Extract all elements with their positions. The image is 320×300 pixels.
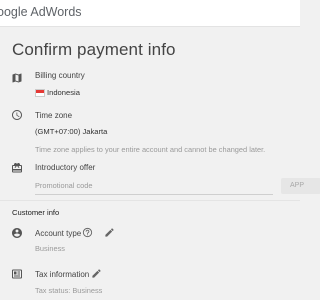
billing-country-value: Indonesia xyxy=(47,88,80,97)
time-zone-select[interactable]: (GMT+07:00) Jakarta xyxy=(35,127,107,136)
tax-information-label: Tax information xyxy=(35,270,90,279)
map-icon xyxy=(12,73,22,83)
account-type-label: Account type xyxy=(35,229,82,238)
indonesia-flag-icon xyxy=(35,89,45,97)
tax-edit-pencil-icon[interactable] xyxy=(91,268,102,279)
customer-info-heading: Customer info xyxy=(12,208,60,217)
promo-code-input[interactable]: Promotional code xyxy=(35,181,93,190)
edit-pencil-icon[interactable] xyxy=(104,227,115,238)
clock-icon xyxy=(12,110,22,120)
person-icon xyxy=(12,228,22,238)
section-divider xyxy=(0,200,300,201)
page-title: Confirm payment info xyxy=(12,40,176,59)
id-card-icon xyxy=(12,269,22,279)
top-bar: oogle AdWords xyxy=(0,0,300,27)
time-zone-note: Time zone applies to your entire account… xyxy=(35,145,266,154)
help-icon[interactable] xyxy=(82,227,93,238)
promo-code-underline xyxy=(35,194,273,195)
account-type-value: Business xyxy=(35,244,65,253)
time-zone-label: Time zone xyxy=(35,111,73,120)
gift-card-icon xyxy=(12,163,22,173)
billing-country-label: Billing country xyxy=(35,71,85,80)
apply-button[interactable]: APP xyxy=(281,178,320,194)
tax-status-value: Tax status: Business xyxy=(35,286,103,295)
introductory-offer-label: Introductory offer xyxy=(35,163,96,172)
app-brand: oogle AdWords xyxy=(0,5,82,19)
